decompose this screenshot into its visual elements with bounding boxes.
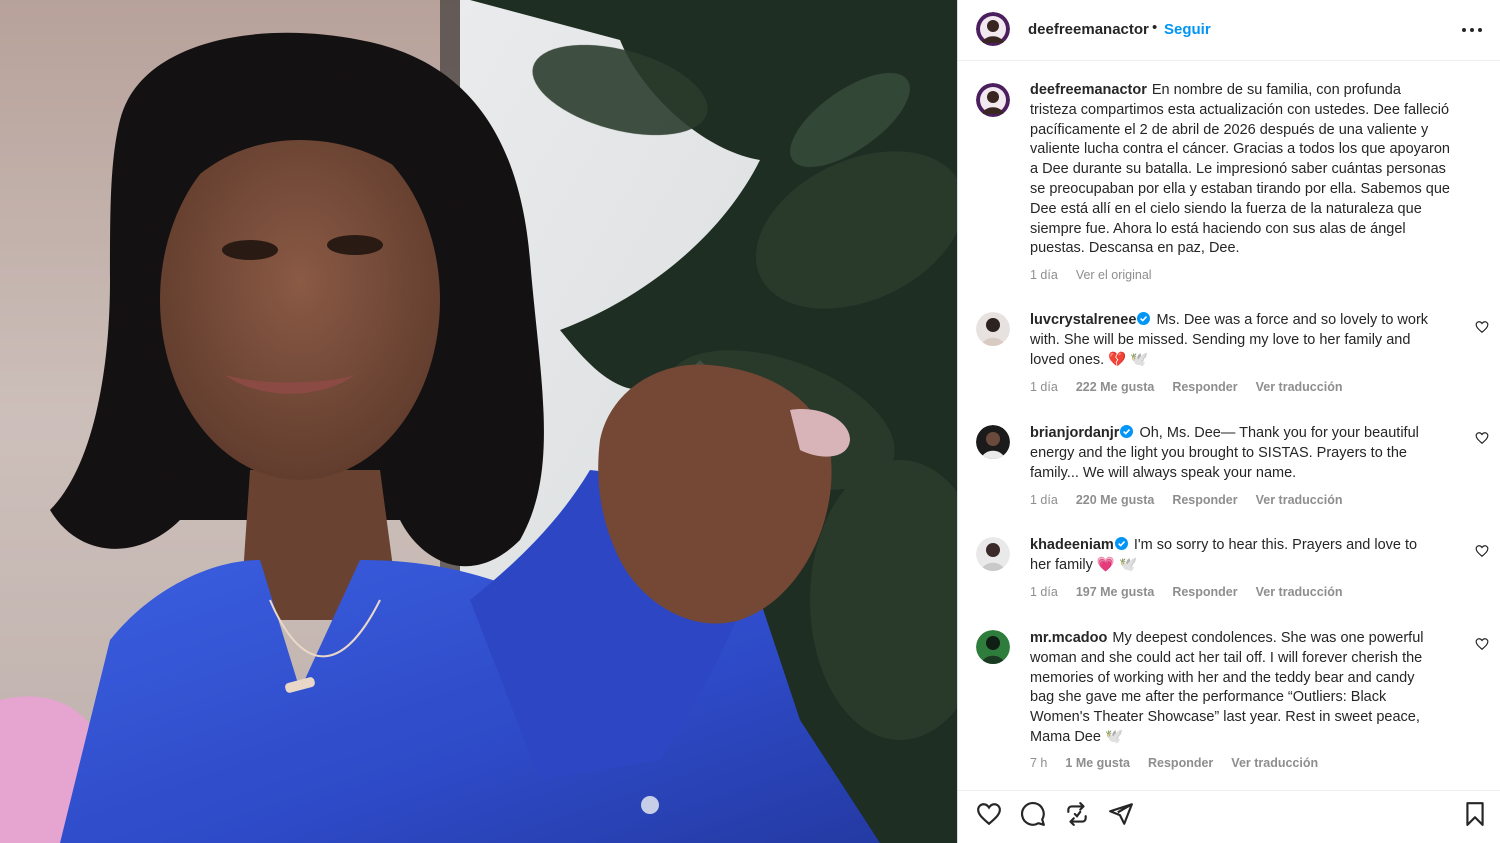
- post-header: deefreemanactor • Seguir: [958, 0, 1500, 61]
- comment-time: 7 h: [1030, 756, 1048, 770]
- author-username[interactable]: deefreemanactor: [1028, 21, 1149, 38]
- caption-line: Dee está allí en el cielo siendo la fuer…: [1030, 200, 1422, 217]
- like-comment-heart-icon[interactable]: [1475, 637, 1489, 651]
- comment-time: 1 día: [1030, 380, 1058, 394]
- comment-line: energy and the light you brought to SIST…: [1030, 444, 1407, 461]
- comment-line: I'm so sorry to hear this. Prayers and l…: [1133, 537, 1418, 553]
- more-horizontal-icon[interactable]: [1461, 22, 1483, 38]
- caption-text: deefreemanactor En nombre de su familia, …: [1030, 81, 1480, 259]
- translate-button[interactable]: Ver traducción: [1256, 585, 1343, 599]
- commenter-avatar[interactable]: [976, 630, 1010, 664]
- see-original-link[interactable]: Ver el original: [1076, 268, 1152, 282]
- like-comment-heart-icon[interactable]: [1475, 544, 1489, 558]
- caption-line: puestas. Descansa en paz, Dee.: [1030, 240, 1240, 257]
- comment-time: 1 día: [1030, 585, 1058, 599]
- like-comment-heart-icon[interactable]: [1475, 320, 1489, 334]
- caption-line: valiente lucha contra el cáncer. Gracias…: [1030, 141, 1450, 158]
- comment-likes[interactable]: 222 Me gusta: [1076, 380, 1155, 394]
- comment-line: her family 💗 🕊️: [1030, 556, 1138, 573]
- comment-icon[interactable]: [1020, 801, 1046, 827]
- comment-line: memories of working with her and the ted…: [1030, 669, 1415, 686]
- comment-text: luvcrystalrenee Ms. Dee was a force and …: [1030, 311, 1480, 370]
- comment-text: mr.mcadoo My deepest condolences. She was…: [1030, 629, 1480, 748]
- comment-meta: 1 día 220 Me gusta Responder Ver traducc…: [1030, 493, 1342, 507]
- caption-time: 1 día: [1030, 268, 1058, 282]
- comment-text: khadeeniam I'm so sorry to hear this. Pr…: [1030, 536, 1480, 576]
- caption-username[interactable]: deefreemanactor: [1030, 82, 1147, 98]
- caption-line: tristeza compartimos esta actualización …: [1030, 101, 1450, 118]
- comment-line: Ms. Dee was a force and so lovely to wor…: [1156, 312, 1429, 328]
- comment-text: brianjordanjr Oh, Ms. Dee— Thank you for…: [1030, 424, 1480, 483]
- post-photo-illustration: [0, 0, 957, 843]
- commenter-username[interactable]: mr.mcadoo: [1030, 630, 1107, 646]
- reply-button[interactable]: Responder: [1172, 493, 1237, 507]
- comment-likes[interactable]: 197 Me gusta: [1076, 585, 1155, 599]
- comment-time: 1 día: [1030, 493, 1058, 507]
- reply-button[interactable]: Responder: [1172, 380, 1237, 394]
- reply-button[interactable]: Responder: [1172, 585, 1237, 599]
- verified-badge-icon: [1114, 537, 1128, 550]
- caption-avatar[interactable]: [976, 83, 1010, 117]
- caption-line: pacíficamente el 2 de abril de 2026 desp…: [1030, 121, 1429, 138]
- comment-line: My deepest condolences. She was one powe…: [1112, 630, 1424, 646]
- comment-line: bag she gave me after the performance “O…: [1030, 689, 1387, 706]
- comment-meta: 7 h 1 Me gusta Responder Ver traducción: [1030, 756, 1318, 770]
- translate-button[interactable]: Ver traducción: [1256, 380, 1343, 394]
- repost-icon[interactable]: [1064, 801, 1090, 827]
- follow-button[interactable]: Seguir: [1164, 21, 1211, 38]
- comment-line: loved ones. 💔 🕊️: [1030, 351, 1149, 368]
- post-photo[interactable]: [0, 0, 957, 843]
- verified-badge-icon: [1137, 312, 1151, 325]
- caption-line: a Dee durante su batalla. Le impresionó …: [1030, 161, 1446, 178]
- post-action-bar: [958, 790, 1500, 843]
- commenter-username[interactable]: brianjordanjr: [1030, 425, 1119, 441]
- caption-meta: 1 día Ver el original: [1030, 268, 1152, 282]
- comment-meta: 1 día 197 Me gusta Responder Ver traducc…: [1030, 585, 1342, 599]
- heart-icon[interactable]: [976, 801, 1002, 827]
- comment-line: Women's Theater Showcase” last year. Res…: [1030, 709, 1420, 726]
- caption-line: siempre fue. Ahora lo está haciendo con …: [1030, 220, 1406, 237]
- commenter-avatar[interactable]: [976, 425, 1010, 459]
- share-icon[interactable]: [1108, 801, 1134, 827]
- translate-button[interactable]: Ver traducción: [1231, 756, 1318, 770]
- comment-line: Mama Dee 🕊️: [1030, 728, 1123, 745]
- comment-line: woman and she could act her tail off. I …: [1030, 649, 1423, 666]
- comment-likes[interactable]: 1 Me gusta: [1065, 756, 1130, 770]
- commenter-username[interactable]: khadeeniam: [1030, 537, 1114, 553]
- caption-line: En nombre de su familia, con profunda: [1151, 82, 1401, 98]
- commenter-username[interactable]: luvcrystalrenee: [1030, 312, 1136, 328]
- reply-button[interactable]: Responder: [1148, 756, 1213, 770]
- bookmark-icon[interactable]: [1462, 801, 1488, 827]
- comment-line: Oh, Ms. Dee— Thank you for your beautifu…: [1139, 425, 1419, 441]
- commenter-avatar[interactable]: [976, 312, 1010, 346]
- comment-likes[interactable]: 220 Me gusta: [1076, 493, 1155, 507]
- caption-line: se preocupaban por ella y estaban tirand…: [1030, 180, 1450, 197]
- author-avatar[interactable]: [976, 12, 1010, 46]
- verified-badge-icon: [1120, 425, 1134, 438]
- translate-button[interactable]: Ver traducción: [1256, 493, 1343, 507]
- commenter-avatar[interactable]: [976, 537, 1010, 571]
- instagram-post-view: deefreemanactor • Seguir deefreemanactor…: [0, 0, 1500, 843]
- separator-dot: •: [1152, 19, 1158, 36]
- comment-line: with. She will be missed. Sending my lov…: [1030, 331, 1411, 348]
- comment-meta: 1 día 222 Me gusta Responder Ver traducc…: [1030, 380, 1342, 394]
- comment-line: family... We will always speak your name…: [1030, 464, 1297, 481]
- post-side-panel: deefreemanactor • Seguir deefreemanactor…: [957, 0, 1500, 843]
- like-comment-heart-icon[interactable]: [1475, 431, 1489, 445]
